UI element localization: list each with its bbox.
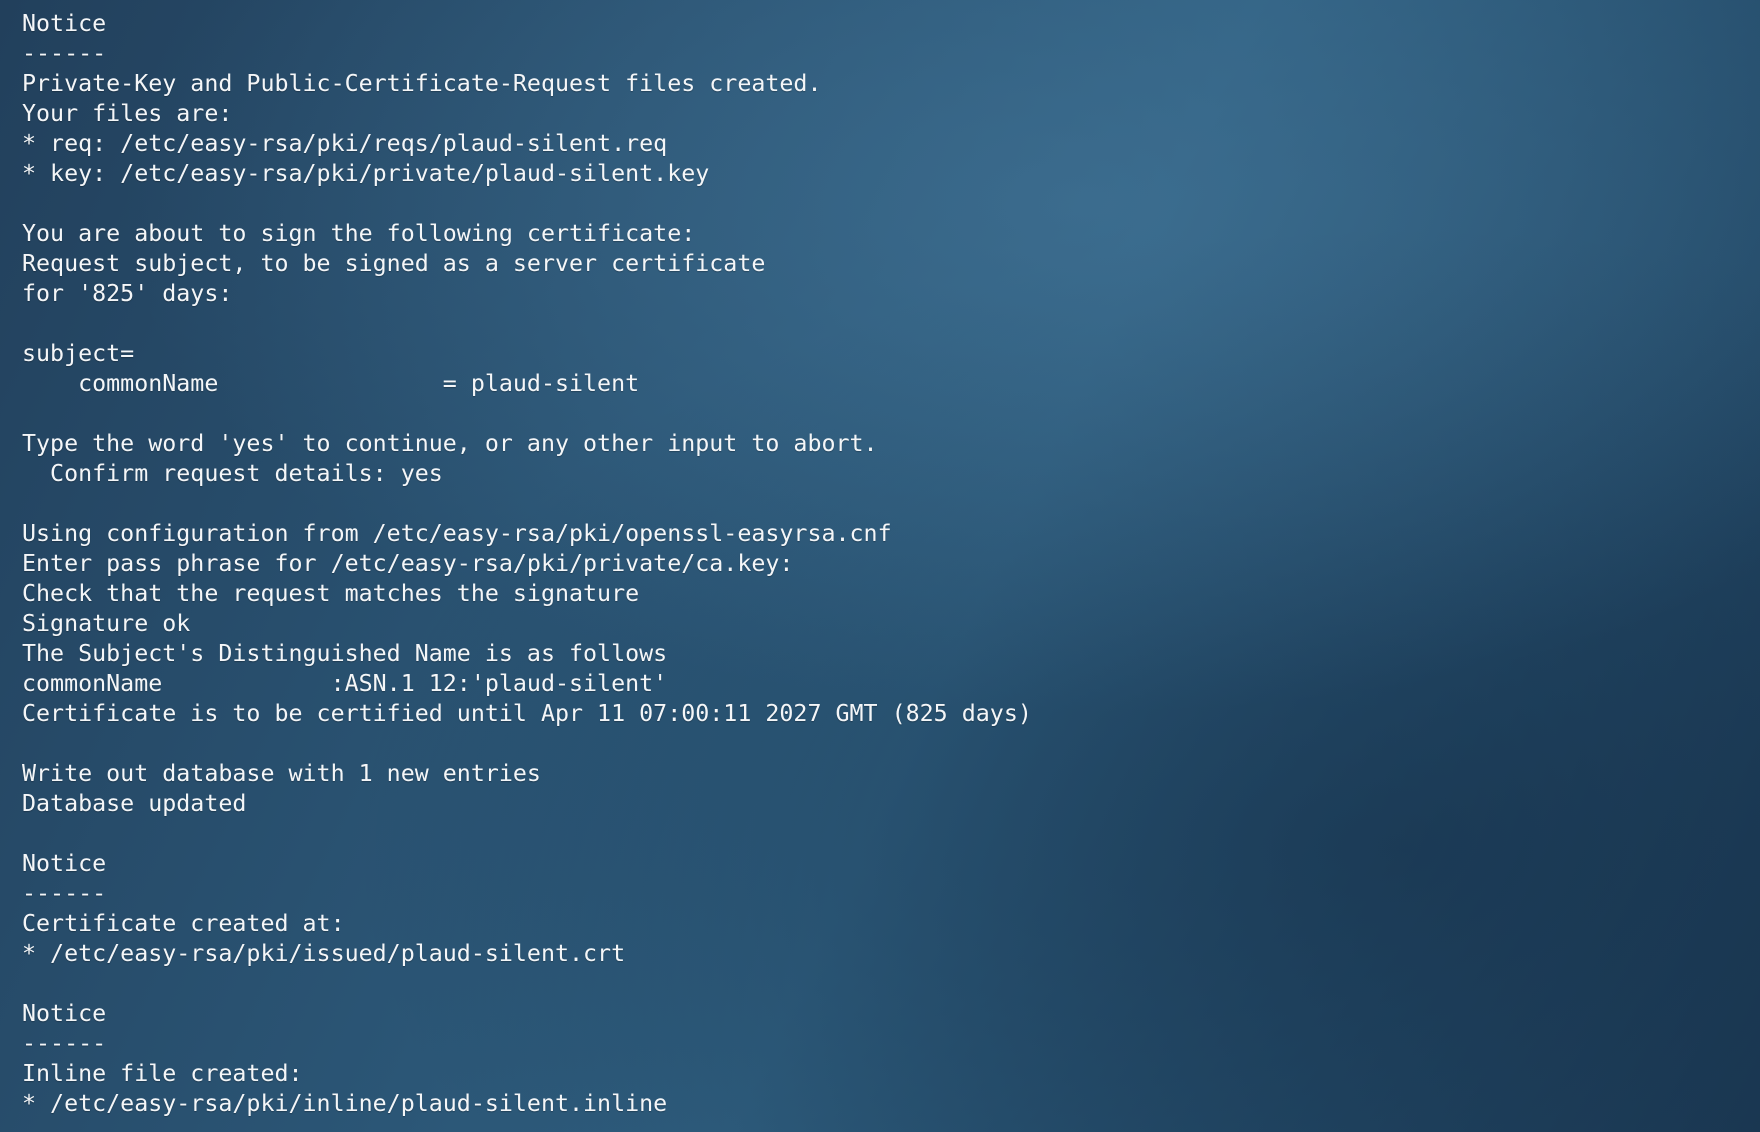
output-line: commonName :ASN.1 12:'plaud-silent' — [22, 670, 668, 697]
notice-heading: Notice — [22, 1000, 107, 1027]
subject-label: subject= — [22, 340, 135, 367]
output-line: The Subject's Distinguished Name is as f… — [22, 640, 668, 667]
output-line: Certificate created at: — [22, 910, 345, 937]
passphrase-prompt: Enter pass phrase for /etc/easy-rsa/pki/… — [22, 550, 794, 577]
terminal-output[interactable]: Notice ------ Private-Key and Public-Cer… — [0, 0, 1760, 1132]
notice-heading: Notice — [22, 10, 107, 37]
output-line: Inline file created: — [22, 1060, 303, 1087]
notice-underline: ------ — [22, 880, 107, 907]
notice-underline: ------ — [22, 1030, 107, 1057]
confirm-prompt: Type the word 'yes' to continue, or any … — [22, 430, 878, 457]
notice-heading: Notice — [22, 850, 107, 877]
output-line: You are about to sign the following cert… — [22, 220, 696, 247]
common-name-line: commonName = plaud-silent — [22, 370, 640, 397]
inline-file-path: * /etc/easy-rsa/pki/inline/plaud-silent.… — [22, 1090, 668, 1117]
output-line: Private-Key and Public-Certificate-Reque… — [22, 70, 822, 97]
output-line: for '825' days: — [22, 280, 233, 307]
confirm-response: Confirm request details: yes — [22, 460, 443, 487]
output-line: Signature ok — [22, 610, 191, 637]
output-line: Request subject, to be signed as a serve… — [22, 250, 766, 277]
output-line: Certificate is to be certified until Apr… — [22, 700, 1032, 727]
output-line: Using configuration from /etc/easy-rsa/p… — [22, 520, 892, 547]
certificate-file-path: * /etc/easy-rsa/pki/issued/plaud-silent.… — [22, 940, 626, 967]
output-line: Your files are: — [22, 100, 233, 127]
notice-underline: ------ — [22, 40, 107, 67]
output-line: Database updated — [22, 790, 247, 817]
output-line: Check that the request matches the signa… — [22, 580, 640, 607]
output-line: Write out database with 1 new entries — [22, 760, 541, 787]
key-file-path: * key: /etc/easy-rsa/pki/private/plaud-s… — [22, 160, 710, 187]
req-file-path: * req: /etc/easy-rsa/pki/reqs/plaud-sile… — [22, 130, 668, 157]
